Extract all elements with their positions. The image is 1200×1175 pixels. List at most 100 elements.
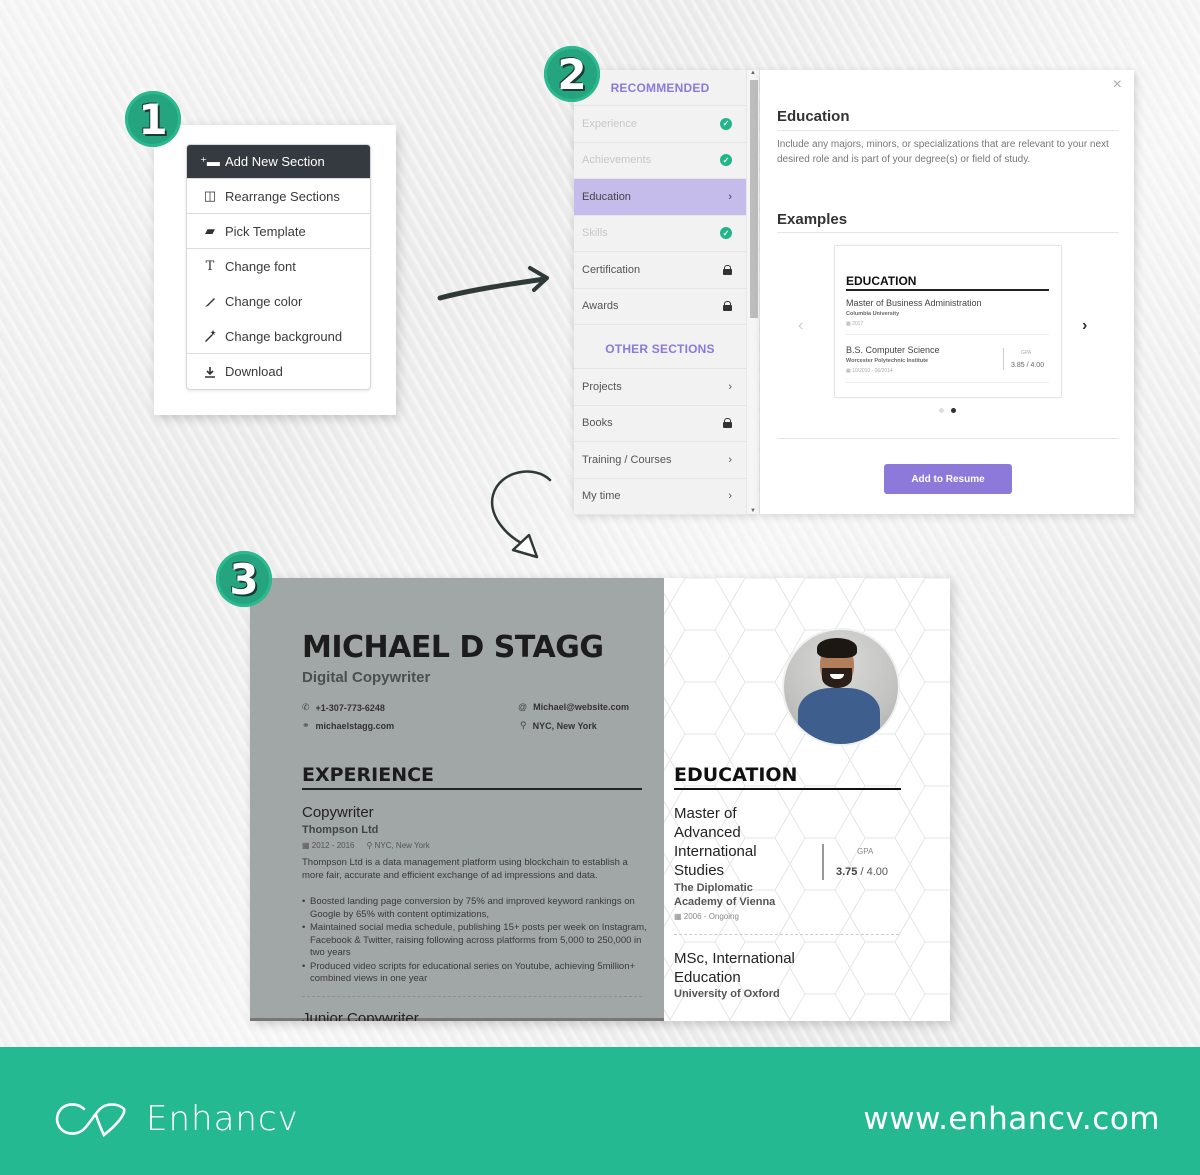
job-dates-text: 2012 - 2016 [311,841,355,850]
profile-photo [784,630,898,744]
resume-name: MICHAEL D STAGG [302,630,604,665]
divider [777,438,1119,439]
close-icon[interactable]: × [1113,76,1122,94]
job-dates: ▦ 2012 - 2016 [302,841,354,850]
calendar-icon: ▦ [674,912,684,921]
sidebar-item-achievements[interactable]: Achievements ✓ [574,143,746,179]
education-heading: EDUCATION [674,764,798,786]
gpa-divider [822,844,824,880]
menu-item-pick-template[interactable]: ▰ Pick Template [187,214,370,249]
footer-banner: Enhancv www.enhancv.com [0,1047,1200,1175]
menu-item-label: Change color [225,294,303,309]
divider [846,334,1049,335]
job-description: Thompson Ltd is a data management platfo… [302,857,628,881]
link-icon: ⚭ [302,720,310,730]
sidebar-item-projects[interactable]: Projects › [574,369,746,406]
divider [846,382,1049,383]
scrollbar-thumb[interactable] [750,80,758,318]
add-to-resume-button[interactable]: Add to Resume [884,464,1012,494]
sidebar-item-experience[interactable]: Experience ✓ [574,106,746,143]
font-icon: T [205,259,215,274]
email-text[interactable]: Michael@website.com [533,702,629,712]
location-pin-icon: ⚲ [520,720,527,730]
gpa-value: 3.75 / 4.00 [836,866,889,878]
examples-title: Examples [777,211,848,228]
sidebar-item-label: Experience [582,117,638,130]
brand-logo[interactable]: Enhancv [54,1099,299,1139]
chevron-right-icon: › [728,453,732,466]
job-title: Copywriter [302,804,374,821]
menu-item-change-font[interactable]: T Change font [187,249,370,284]
scroll-down-icon[interactable]: ▼ [750,508,756,514]
menu-item-label: Change font [225,259,296,274]
education-rule [674,788,901,790]
resume-role: Digital Copywriter [302,669,431,686]
layout-icon: ◫ [203,188,217,203]
job-bullet: Maintained social media schedule, publis… [302,922,647,960]
add-section-icon: ⁺▬ [200,153,220,169]
example-degree: Master of Business Administration [846,298,982,308]
step-badge-2: 2 [544,46,600,102]
check-circle-icon: ✓ [720,154,732,167]
contact-location: ⚲ NYC, New York [520,720,597,731]
carousel-dot-1[interactable] [939,408,944,413]
carousel-prev-icon[interactable]: ‹ [798,317,803,335]
sidebar-item-label: Skills [582,227,608,240]
scroll-up-icon[interactable]: ▲ [750,70,756,76]
sidebar-item-certification[interactable]: Certification [574,252,746,289]
contact-website: ⚭ michaelstagg.com [302,720,394,731]
chevron-right-icon: › [728,490,732,503]
sidebar-item-label: Awards [582,300,619,313]
sidebar-item-my-time[interactable]: My time › [574,479,746,515]
sidebar-item-label: My time [582,490,621,503]
sidebar-item-skills[interactable]: Skills ✓ [574,216,746,252]
carousel-next-icon[interactable]: › [1082,317,1087,335]
job-location: ⚲ NYC, New York [366,841,429,850]
brand-name: Enhancv [146,1099,299,1139]
website-text[interactable]: michaelstagg.com [316,721,395,731]
example-school: Columbia University [846,311,900,317]
company-name: Thompson Ltd [302,824,379,836]
sidebar-item-books[interactable]: Books [574,406,746,442]
gpa-divider [1003,348,1004,370]
sidebar-item-awards[interactable]: Awards [574,289,746,325]
example-degree: B.S. Computer Science [846,345,940,355]
sidebar-item-training-courses[interactable]: Training / Courses › [574,442,746,479]
gpa-label: GPA [857,847,874,856]
example-gpa-value: 3.85 / 4.00 [1011,362,1045,369]
menu-item-label: Rearrange Sections [225,188,340,204]
menu-item-add-new-section[interactable]: ⁺▬ Add New Section [187,145,370,179]
example-date-text: 10/2010 - 06/2014 [852,368,893,374]
website-url[interactable]: www.enhancv.com [863,1101,1160,1137]
arrow-curve-down-icon [490,470,552,559]
contact-email: @ Michael@website.com [518,702,629,712]
education-degree: Master of Advanced International Studies [674,805,757,879]
menu-item-download[interactable]: Download [187,354,370,389]
example-date: ▦ 2017 [846,321,863,327]
carousel-dots [939,408,956,413]
menu-item-rearrange-sections[interactable]: ◫ Rearrange Sections [187,179,370,214]
divider [777,232,1119,233]
sidebar-item-education[interactable]: Education › [574,179,746,216]
sidebar-item-label: Education [582,190,631,203]
other-sections-header: OTHER SECTIONS [574,329,746,369]
carousel-dot-2[interactable] [951,408,956,413]
divider [302,996,642,997]
template-icon: ▰ [205,223,215,238]
experience-heading: EXPERIENCE [302,764,435,786]
sidebar-scrollbar[interactable]: ▲ ▼ [746,70,759,514]
example-date: ▦ 10/2010 - 06/2014 [846,368,893,374]
brush-icon [203,296,217,308]
job-location-text: NYC, New York [374,841,430,850]
location-text: NYC, New York [532,720,597,731]
example-gpa-label: GPA [1021,350,1032,356]
detail-title: Education [777,108,850,125]
education-date: ▦ 2006 - Ongoing [674,912,739,921]
menu-item-change-background[interactable]: Change background [187,319,370,354]
menu-item-change-color[interactable]: Change color [187,284,370,319]
lock-icon [723,418,732,429]
education-degree: MSc, International Education [674,950,795,986]
sidebar-item-label: Training / Courses [582,453,672,466]
check-circle-icon: ✓ [720,227,732,240]
phone-icon: ✆ [302,702,310,712]
